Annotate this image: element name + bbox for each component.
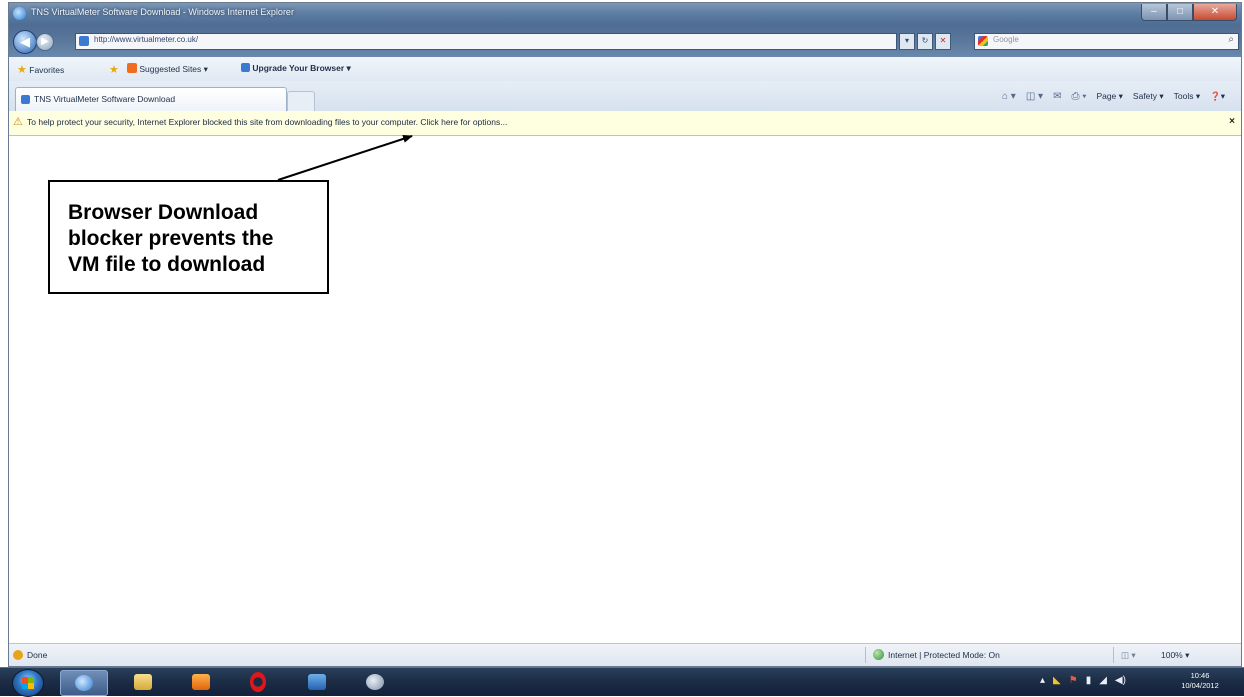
add-favorite-icon[interactable]: ★ (109, 63, 119, 76)
show-hidden-icons-icon[interactable]: ▴ (1040, 675, 1045, 686)
internet-explorer-icon (13, 7, 26, 20)
title-bar: TNS VirtualMeter Software Download - Win… (9, 3, 1241, 25)
tab-label: TNS VirtualMeter Software Download (34, 94, 176, 104)
address-bar[interactable]: http://www.virtualmeter.co.uk/ (75, 33, 897, 50)
taskbar-opera[interactable] (236, 670, 282, 694)
status-divider (1113, 647, 1114, 663)
close-information-bar-button[interactable]: × (1229, 116, 1235, 127)
volume-icon[interactable]: ◀) (1115, 675, 1126, 686)
search-icon[interactable]: ⌕ (1228, 34, 1234, 45)
taskbar-internet-explorer[interactable] (60, 670, 108, 696)
start-button[interactable] (12, 669, 44, 697)
address-tools: ▾ ↻ ✕ (899, 33, 951, 50)
status-text: Done (27, 650, 48, 660)
status-bar: Done Internet | Protected Mode: On ◫ ▾ 1… (9, 643, 1241, 666)
page-icon (21, 95, 30, 104)
monitor-icon (308, 674, 326, 690)
suggested-sites-button[interactable]: Suggested Sites ▾ (127, 63, 208, 75)
compatibility-view-button[interactable]: ▾ (899, 33, 915, 50)
protected-mode-icon[interactable]: ◫ ▾ (1121, 650, 1136, 661)
security-zone[interactable]: Internet | Protected Mode: On (888, 650, 1000, 660)
page-menu[interactable]: Page ▾ (1096, 91, 1122, 102)
annotation-callout: Browser Download blocker prevents the VM… (48, 180, 329, 294)
upgrade-browser-button[interactable]: Upgrade Your Browser ▾ (241, 63, 351, 74)
feeds-icon[interactable]: ◫ ▾ (1026, 91, 1043, 102)
forward-button[interactable]: ▶ (36, 33, 54, 51)
browser-window: TNS VirtualMeter Software Download - Win… (8, 2, 1242, 667)
tools-menu[interactable]: Tools ▾ (1174, 91, 1200, 102)
navigation-bar: ◀ ▶ http://www.virtualmeter.co.uk/ ▾ ↻ ✕… (9, 25, 1241, 57)
globe-icon (873, 649, 884, 660)
battery-icon[interactable]: ▮ (1086, 675, 1092, 686)
window-title: TNS VirtualMeter Software Download - Win… (31, 7, 294, 17)
taskbar-clock[interactable]: 10:46 10/04/2012 (1168, 671, 1232, 691)
maximize-button[interactable]: □ (1167, 4, 1193, 21)
refresh-button[interactable]: ↻ (917, 33, 933, 50)
folder-icon (134, 674, 152, 690)
taskbar: ▴ ◣ ⚑ ▮ ◢ ◀) 10:46 10/04/2012 (0, 667, 1244, 697)
tray-app-icon[interactable]: ◣ (1053, 675, 1061, 686)
annotation-text: Browser Download blocker prevents the VM… (68, 201, 274, 276)
mail-icon[interactable]: ✉ (1053, 91, 1061, 102)
opera-icon (250, 672, 266, 692)
tab-row: TNS VirtualMeter Software Download ⌂ ▾ ◫… (9, 81, 1241, 112)
upgrade-browser-label: Upgrade Your Browser ▾ (252, 63, 351, 73)
information-bar[interactable]: ⚠ To help protect your security, Interne… (9, 111, 1241, 136)
page-icon (241, 63, 250, 72)
search-placeholder: Google (993, 35, 1019, 44)
stop-button[interactable]: ✕ (935, 33, 951, 50)
suggested-sites-icon (127, 63, 137, 73)
print-icon[interactable]: ⎙ ▾ (1071, 91, 1086, 102)
network-icon[interactable]: ◢ (1099, 675, 1107, 686)
system-tray: ▴ ◣ ⚑ ▮ ◢ ◀) (1040, 675, 1126, 686)
safety-menu[interactable]: Safety ▾ (1133, 91, 1164, 102)
window-controls: – □ ✕ (1141, 4, 1237, 21)
zoom-level[interactable]: 100% ▾ (1161, 650, 1189, 661)
star-icon: ★ (17, 64, 27, 76)
search-box[interactable]: Google ⌕ (974, 33, 1239, 50)
favorites-bar: ★ Favorites ★ Suggested Sites ▾ Upgrade … (9, 57, 1241, 82)
status-divider (865, 647, 866, 663)
action-center-icon[interactable]: ⚑ (1069, 675, 1078, 686)
paint-icon (366, 674, 384, 690)
new-tab-button[interactable] (287, 91, 315, 111)
tab-tns-virtualmeter[interactable]: TNS VirtualMeter Software Download (15, 87, 287, 112)
taskbar-paint[interactable] (352, 670, 398, 694)
media-player-icon (192, 674, 210, 690)
back-button[interactable]: ◀ (13, 30, 37, 54)
minimize-button[interactable]: – (1141, 4, 1167, 21)
favorites-button[interactable]: ★ Favorites (17, 63, 64, 76)
home-icon[interactable]: ⌂ ▾ (1002, 91, 1016, 102)
page-icon (79, 36, 89, 46)
address-url: http://www.virtualmeter.co.uk/ (94, 35, 199, 44)
help-menu[interactable]: ❓▾ (1210, 91, 1225, 102)
information-bar-message[interactable]: To help protect your security, Internet … (27, 117, 507, 127)
taskbar-remote-desktop[interactable] (294, 670, 340, 694)
suggested-sites-label: Suggested Sites ▾ (139, 64, 208, 74)
clock-time: 10:46 (1190, 671, 1210, 680)
page-status-icon (13, 650, 23, 660)
close-button[interactable]: ✕ (1193, 4, 1237, 21)
clock-date: 10/04/2012 (1181, 681, 1219, 690)
google-icon (978, 36, 988, 46)
taskbar-media-player[interactable] (178, 670, 224, 694)
internet-explorer-icon (75, 675, 93, 691)
taskbar-windows-explorer[interactable] (120, 670, 166, 694)
warning-icon: ⚠ (13, 116, 23, 128)
windows-logo-icon-lower (22, 683, 34, 689)
command-bar: ⌂ ▾ ◫ ▾ ✉ ⎙ ▾ Page ▾ Safety ▾ Tools ▾ ❓▾ (1002, 91, 1225, 102)
favorites-label: Favorites (29, 65, 65, 75)
